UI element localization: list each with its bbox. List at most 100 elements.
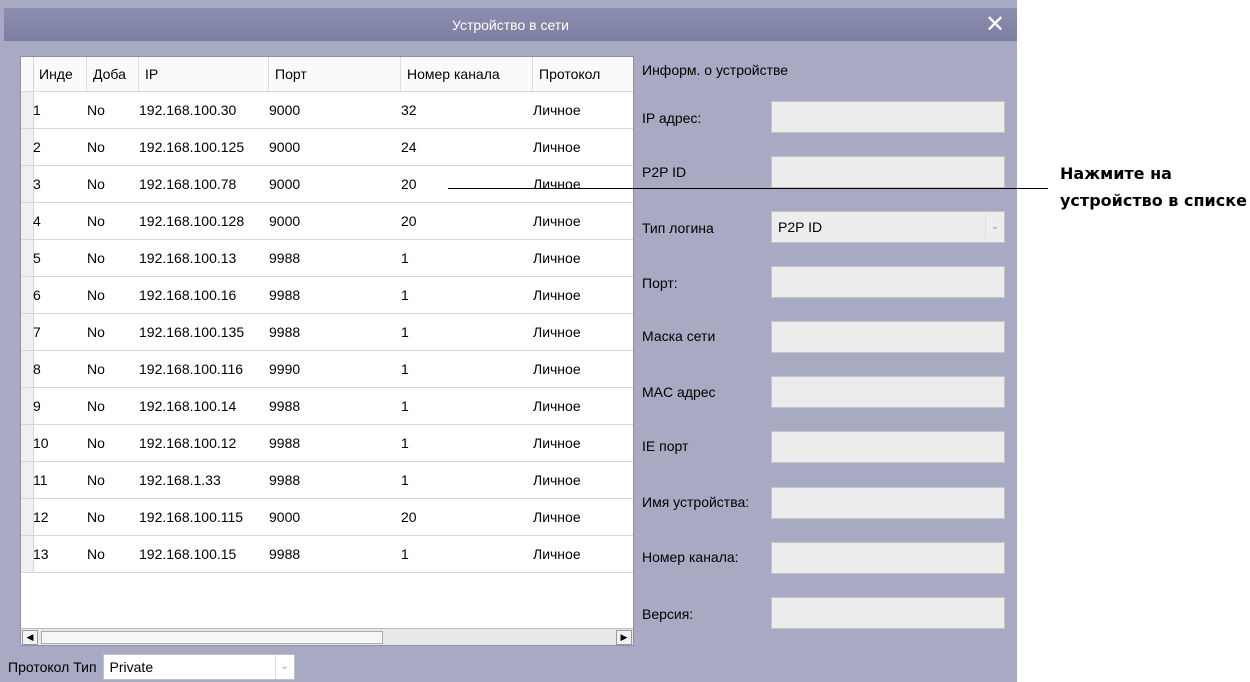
cell-added: No	[87, 472, 105, 488]
subnet-mask-label: Маска сети	[642, 328, 716, 344]
login-type-label: Тип логина	[642, 220, 714, 236]
cell-added: No	[87, 398, 105, 414]
protocol-type-value: Private	[109, 659, 154, 675]
table-row[interactable]: 3 No 192.168.100.78 9000 20 Личное	[21, 166, 633, 203]
column-header-ip[interactable]: IP	[139, 57, 269, 91]
cell-added: No	[87, 546, 105, 562]
horizontal-scrollbar[interactable]: ◀ ▶	[21, 628, 633, 645]
column-header-channel[interactable]: Номер канала	[401, 57, 533, 91]
cell-channel: 1	[401, 250, 409, 266]
cell-channel: 20	[401, 509, 417, 525]
cell-index: 1	[33, 102, 41, 118]
cell-ip: 192.168.100.125	[139, 139, 245, 155]
table-row[interactable]: 8 No 192.168.100.116 9990 1 Личное	[21, 351, 633, 388]
cell-port: 9000	[269, 509, 301, 525]
cell-index: 11	[33, 472, 48, 488]
list-header: Инде Доба IP Порт Номер канала Протокол	[21, 57, 633, 92]
cell-protocol: Личное	[533, 213, 581, 229]
device-name-field[interactable]	[771, 487, 1005, 519]
protocol-type-row: Протокол Тип Private ⌄	[8, 654, 295, 680]
cell-channel: 1	[401, 324, 409, 340]
column-header-port[interactable]: Порт	[269, 57, 401, 91]
cell-channel: 1	[401, 361, 409, 377]
table-row[interactable]: 5 No 192.168.100.13 9988 1 Личное	[21, 240, 633, 277]
column-header-added[interactable]: Доба	[87, 57, 139, 91]
annotation-text: Нажмите на устройство в списке	[1060, 160, 1247, 214]
cell-ip: 192.168.100.15	[139, 546, 237, 562]
version-field[interactable]	[771, 597, 1005, 629]
table-row[interactable]: 10 No 192.168.100.12 9988 1 Личное	[21, 425, 633, 462]
cell-port: 9988	[269, 324, 301, 340]
table-row[interactable]: 9 No 192.168.100.14 9988 1 Личное	[21, 388, 633, 425]
cell-added: No	[87, 435, 105, 451]
mac-address-label: MAC адрес	[642, 384, 716, 400]
table-row[interactable]: 1 No 192.168.100.30 9000 32 Личное	[21, 92, 633, 129]
login-type-select[interactable]: P2P ID ⌄	[771, 211, 1005, 243]
cell-ip: 192.168.100.135	[139, 324, 245, 340]
table-row[interactable]: 4 No 192.168.100.128 9000 20 Личное	[21, 203, 633, 240]
cell-index: 9	[33, 398, 41, 414]
cell-protocol: Личное	[533, 287, 581, 303]
port-label: Порт:	[642, 275, 678, 291]
cell-index: 12	[33, 509, 49, 525]
cell-protocol: Личное	[533, 139, 581, 155]
cell-added: No	[87, 287, 105, 303]
cell-index: 13	[33, 546, 49, 562]
table-row[interactable]: 12 No 192.168.100.115 9000 20 Личное	[21, 499, 633, 536]
table-row[interactable]: 11 No 192.168.1.33 9988 1 Личное	[21, 462, 633, 499]
cell-index: 2	[33, 139, 41, 155]
cell-added: No	[87, 361, 105, 377]
cell-protocol: Личное	[533, 176, 581, 192]
protocol-type-select[interactable]: Private ⌄	[102, 654, 295, 680]
channel-number-field[interactable]	[771, 542, 1005, 574]
cell-port: 9988	[269, 546, 301, 562]
ie-port-field[interactable]	[771, 431, 1005, 463]
version-label: Версия:	[642, 606, 694, 622]
cell-protocol: Личное	[533, 102, 581, 118]
cell-protocol: Личное	[533, 509, 581, 525]
cell-ip: 192.168.100.78	[139, 176, 237, 192]
cell-index: 8	[33, 361, 41, 377]
table-row[interactable]: 13 No 192.168.100.15 9988 1 Личное	[21, 536, 633, 573]
ie-port-label: IE порт	[642, 438, 689, 454]
table-row[interactable]: 6 No 192.168.100.16 9988 1 Личное	[21, 277, 633, 314]
annotation-pointer-line	[448, 188, 1048, 189]
cell-index: 3	[33, 176, 41, 192]
cell-protocol: Личное	[533, 361, 581, 377]
cell-added: No	[87, 139, 105, 155]
subnet-mask-field[interactable]	[771, 321, 1005, 353]
cell-ip: 192.168.100.16	[139, 287, 237, 303]
scroll-right-icon[interactable]: ▶	[616, 630, 632, 645]
login-type-value: P2P ID	[778, 219, 823, 235]
column-header-index[interactable]: Инде	[33, 57, 87, 91]
cell-protocol: Личное	[533, 546, 581, 562]
table-row[interactable]: 7 No 192.168.100.135 9988 1 Личное	[21, 314, 633, 351]
p2p-id-field[interactable]	[771, 156, 1005, 188]
cell-channel: 1	[401, 435, 409, 451]
cell-added: No	[87, 509, 105, 525]
cell-channel: 1	[401, 472, 409, 488]
cell-channel: 24	[401, 139, 417, 155]
cell-protocol: Личное	[533, 435, 581, 451]
device-dialog: Устройство в сети ✕ Инде Доба IP Порт Но…	[0, 0, 1017, 682]
mac-address-field[interactable]	[771, 376, 1005, 408]
cell-channel: 1	[401, 287, 409, 303]
scroll-thumb[interactable]	[41, 631, 383, 644]
cell-protocol: Личное	[533, 398, 581, 414]
title-bar[interactable]: Устройство в сети ✕	[4, 8, 1017, 41]
table-row[interactable]: 2 No 192.168.100.125 9000 24 Личное	[21, 129, 633, 166]
scroll-left-icon[interactable]: ◀	[22, 630, 38, 645]
close-icon[interactable]: ✕	[983, 12, 1007, 36]
dialog-title: Устройство в сети	[451, 16, 569, 33]
p2p-id-label: P2P ID	[642, 164, 687, 180]
ip-field[interactable]	[771, 101, 1005, 133]
cell-channel: 20	[401, 176, 417, 192]
protocol-type-label: Протокол Тип	[8, 659, 97, 675]
cell-channel: 32	[401, 102, 417, 118]
annotation-line-1: Нажмите на	[1060, 164, 1172, 183]
column-header-protocol[interactable]: Протокол	[533, 57, 633, 91]
port-field[interactable]	[771, 266, 1005, 298]
cell-index: 10	[33, 435, 49, 451]
cell-ip: 192.168.100.30	[139, 102, 237, 118]
cell-channel: 1	[401, 546, 409, 562]
